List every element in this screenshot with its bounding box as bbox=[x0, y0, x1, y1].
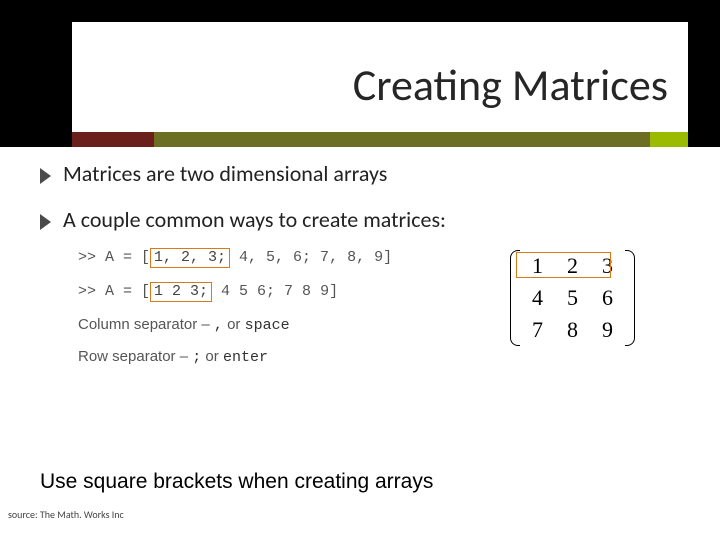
col-sep-label: Column separator – bbox=[78, 316, 214, 333]
row-sep-tok1: ; bbox=[192, 349, 201, 366]
page-title: Creating Matrices bbox=[72, 58, 688, 112]
accent-maroon bbox=[72, 132, 154, 147]
code-row2-rest: 4 5 6; 7 8 9] bbox=[212, 283, 338, 300]
matrix-cell: 4 bbox=[520, 282, 555, 314]
matrix-cell: 5 bbox=[555, 282, 590, 314]
accent-bright bbox=[650, 132, 688, 147]
col-sep-tok1: , bbox=[214, 317, 223, 334]
prompt-text: >> bbox=[78, 249, 105, 266]
matrix-row: 4 5 6 bbox=[520, 282, 625, 314]
body: Matrices are two dimensional arrays A co… bbox=[40, 160, 680, 251]
matrix-cell: 8 bbox=[555, 314, 590, 346]
matrix-row: 7 8 9 bbox=[520, 314, 625, 346]
footer-note: Use square brackets when creating arrays bbox=[40, 470, 433, 494]
code-lhs: A = [ bbox=[105, 249, 150, 266]
source-text: source: The Math. Works Inc bbox=[8, 508, 124, 521]
row-sep-or: or bbox=[205, 348, 223, 365]
code-lhs: A = [ bbox=[105, 283, 150, 300]
matrix-cell: 7 bbox=[520, 314, 555, 346]
row-sep-label: Row separator – bbox=[78, 348, 192, 365]
matrix-cell: 9 bbox=[590, 314, 625, 346]
matrix-row1-highlight bbox=[516, 252, 611, 278]
paren-right-icon bbox=[625, 250, 635, 346]
row-sep-tok2: enter bbox=[223, 349, 268, 366]
accent-olive bbox=[154, 132, 650, 147]
accent-bar bbox=[72, 132, 688, 147]
col-sep-or: or bbox=[227, 316, 245, 333]
col-sep-tok2: space bbox=[245, 317, 290, 334]
matrix-cell: 6 bbox=[590, 282, 625, 314]
bullet-2-text: A couple common ways to create matrices: bbox=[63, 206, 446, 234]
prompt-text: >> bbox=[78, 283, 105, 300]
arrow-icon bbox=[40, 168, 51, 184]
bullet-2: A couple common ways to create matrices: bbox=[40, 206, 680, 234]
bullet-1: Matrices are two dimensional arrays bbox=[40, 160, 680, 188]
code-row1-highlight: 1, 2, 3; bbox=[150, 248, 230, 268]
slide: Creating Matrices Matrices are two dimen… bbox=[0, 0, 720, 540]
arrow-icon bbox=[40, 214, 51, 230]
code-row1-rest: 4, 5, 6; 7, 8, 9] bbox=[230, 249, 392, 266]
bullet-1-text: Matrices are two dimensional arrays bbox=[63, 160, 387, 188]
code-row2-highlight: 1 2 3; bbox=[150, 282, 212, 302]
row-separator-note: Row separator – ; or enter bbox=[78, 348, 678, 366]
